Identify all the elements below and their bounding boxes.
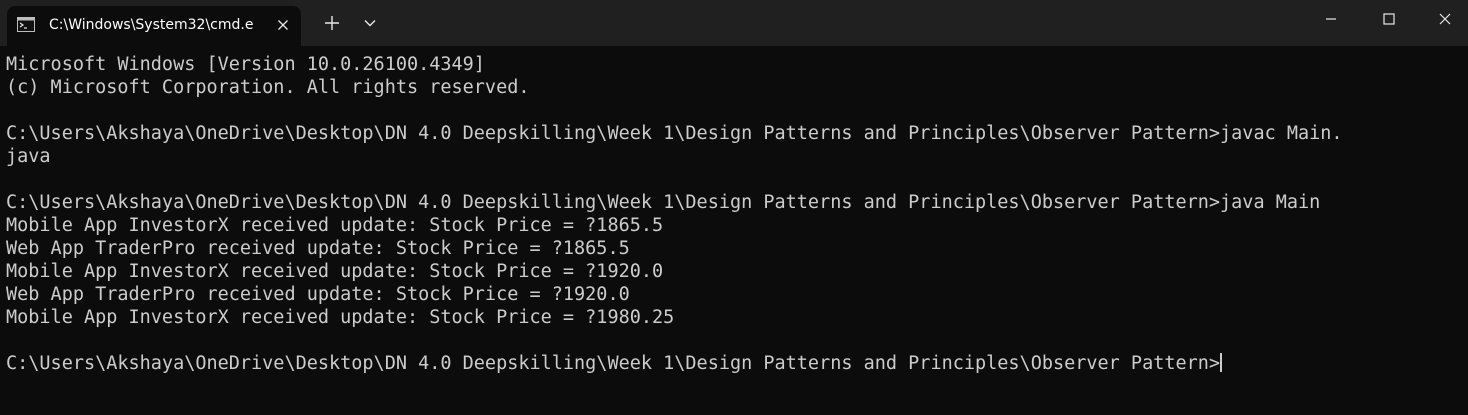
close-window-button[interactable] bbox=[1422, 0, 1468, 38]
copyright-line: (c) Microsoft Corporation. All rights re… bbox=[6, 77, 530, 98]
output-line: Mobile App InvestorX received update: St… bbox=[6, 261, 664, 282]
output-line: Mobile App InvestorX received update: St… bbox=[6, 307, 675, 328]
title-bar: C:\Windows\System32\cmd.e bbox=[0, 0, 1468, 46]
chevron-down-icon[interactable] bbox=[359, 12, 381, 34]
command-prompt-icon bbox=[17, 17, 35, 32]
output-line: Web App TraderPro received update: Stock… bbox=[6, 284, 630, 305]
text-cursor bbox=[1220, 353, 1223, 372]
output-line: Web App TraderPro received update: Stock… bbox=[6, 238, 630, 259]
prompt-line[interactable]: C:\Users\Akshaya\OneDrive\Desktop\DN 4.0… bbox=[6, 352, 1464, 375]
tab-title: C:\Windows\System32\cmd.e bbox=[49, 17, 254, 33]
close-icon[interactable] bbox=[273, 15, 293, 35]
tab-cmd[interactable]: C:\Windows\System32\cmd.e bbox=[7, 6, 301, 46]
prompt-text: C:\Users\Akshaya\OneDrive\Desktop\DN 4.0… bbox=[6, 353, 1221, 374]
command-line-wrap: java bbox=[6, 146, 51, 167]
command-line: C:\Users\Akshaya\OneDrive\Desktop\DN 4.0… bbox=[6, 192, 1321, 213]
minimize-button[interactable] bbox=[1308, 0, 1354, 38]
console-output[interactable]: Microsoft Windows [Version 10.0.26100.43… bbox=[6, 53, 1464, 411]
terminal-window: C:\Windows\System32\cmd.e Microsoft Wind… bbox=[0, 0, 1468, 415]
plus-icon[interactable] bbox=[321, 12, 343, 34]
version-line: Microsoft Windows [Version 10.0.26100.43… bbox=[6, 54, 485, 75]
output-line: Mobile App InvestorX received update: St… bbox=[6, 215, 664, 236]
maximize-button[interactable] bbox=[1366, 0, 1412, 38]
command-line: C:\Users\Akshaya\OneDrive\Desktop\DN 4.0… bbox=[6, 123, 1343, 144]
